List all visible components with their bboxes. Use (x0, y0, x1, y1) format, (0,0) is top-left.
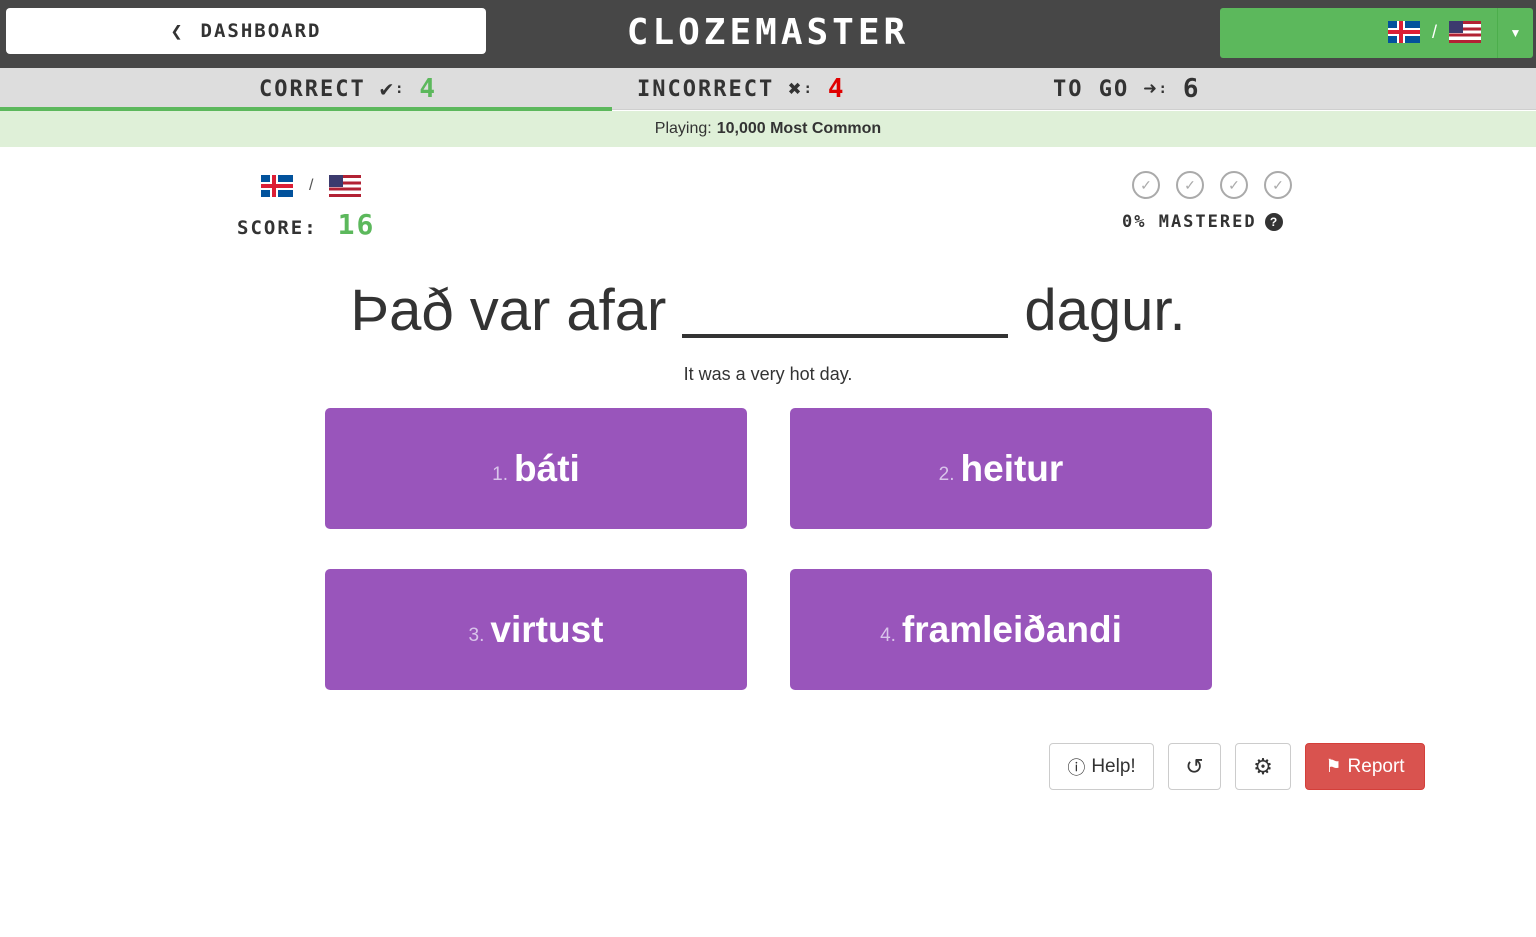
usa-flag-icon (329, 175, 362, 197)
choice-button-1[interactable]: 1. báti (325, 408, 747, 529)
help-button[interactable]: ⓘ Help! (1049, 743, 1154, 790)
correct-stat: CORRECT ✔: 4 (259, 74, 437, 104)
to-go-label: TO GO (1053, 76, 1130, 102)
sentence-translation: It was a very hot day. (683, 364, 853, 384)
language-pair-flags: / (1387, 21, 1481, 43)
correct-label: CORRECT (259, 76, 366, 102)
playing-collection: 10,000 Most Common (716, 120, 882, 137)
choice-text: báti (514, 447, 580, 489)
iceland-flag-icon (261, 175, 293, 197)
history-icon: ↺ (1185, 753, 1204, 779)
playing-banner: Playing: 10,000 Most Common (0, 111, 1536, 147)
score-value: 16 (337, 208, 376, 241)
correct-value: 4 (419, 74, 438, 104)
stats-bar: CORRECT ✔: 4 INCORRECT ✖: 4 TO GO ➜: 6 (0, 68, 1536, 110)
top-bar: ❮ DASHBOARD CLOZEMASTER / ▼ (0, 0, 1536, 68)
mastery-progress: ✓ ✓ ✓ ✓ (1132, 171, 1292, 199)
cross-icon: ✖ (788, 76, 804, 102)
score-label: SCORE: (237, 217, 318, 239)
answer-blank (682, 284, 1009, 338)
score-display: SCORE: 16 (237, 208, 375, 241)
to-go-value: 6 (1182, 74, 1201, 104)
sentence-before: Það var afar (350, 278, 667, 343)
check-circle-icon: ✓ (1264, 171, 1292, 199)
sentence-after: dagur. (1024, 278, 1186, 343)
settings-button[interactable]: ⚙ (1235, 743, 1291, 790)
mastered-text: 0% MASTERED (1122, 212, 1257, 232)
caret-down-icon[interactable]: ▼ (1497, 8, 1533, 58)
check-icon: ✔ (379, 76, 395, 102)
choice-button-4[interactable]: 4. framleiðandi (790, 569, 1212, 690)
flag-icon: ⚑ (1325, 756, 1342, 776)
check-circle-icon: ✓ (1132, 171, 1160, 199)
help-label: Help! (1091, 755, 1136, 777)
check-circle-icon: ✓ (1220, 171, 1248, 199)
correct-colon: : (394, 81, 406, 97)
choice-button-3[interactable]: 3. virtust (325, 569, 747, 690)
incorrect-value: 4 (827, 74, 846, 104)
mastered-status: 0% MASTERED ? (1122, 212, 1283, 232)
language-separator: / (309, 177, 314, 194)
choice-text: virtust (490, 608, 604, 650)
incorrect-stat: INCORRECT ✖: 4 (637, 74, 846, 104)
usa-flag-icon (1449, 21, 1481, 43)
question-circle-icon[interactable]: ? (1264, 213, 1283, 231)
choice-number: 3. (468, 624, 485, 646)
report-label: Report (1347, 755, 1405, 777)
language-separator: / (1431, 21, 1437, 42)
cloze-sentence: Það var afar dagur. (0, 276, 1536, 344)
choice-number: 1. (492, 463, 509, 485)
choice-button-2[interactable]: 2. heitur (790, 408, 1212, 529)
choice-number: 2. (938, 463, 955, 485)
incorrect-label: INCORRECT (637, 76, 775, 102)
gear-icon: ⚙ (1253, 753, 1273, 779)
choice-number: 4. (880, 624, 896, 646)
check-circle-icon: ✓ (1176, 171, 1204, 199)
arrow-right-icon: ➜ (1143, 76, 1159, 102)
choice-text: framleiðandi (901, 608, 1122, 650)
choice-text: heitur (960, 447, 1064, 489)
playing-label: Playing: (654, 120, 712, 137)
info-circle-icon: ⓘ (1067, 757, 1086, 778)
language-pair-dropdown[interactable]: / ▼ (1220, 8, 1533, 58)
report-button[interactable]: ⚑ Report (1305, 743, 1425, 790)
language-pair-indicator: / (261, 175, 362, 197)
to-go-stat: TO GO ➜: 6 (1053, 74, 1201, 104)
undo-button[interactable]: ↺ (1168, 743, 1221, 790)
incorrect-colon: : (803, 81, 814, 97)
to-go-colon: : (1158, 81, 1169, 97)
iceland-flag-icon (1387, 21, 1420, 43)
